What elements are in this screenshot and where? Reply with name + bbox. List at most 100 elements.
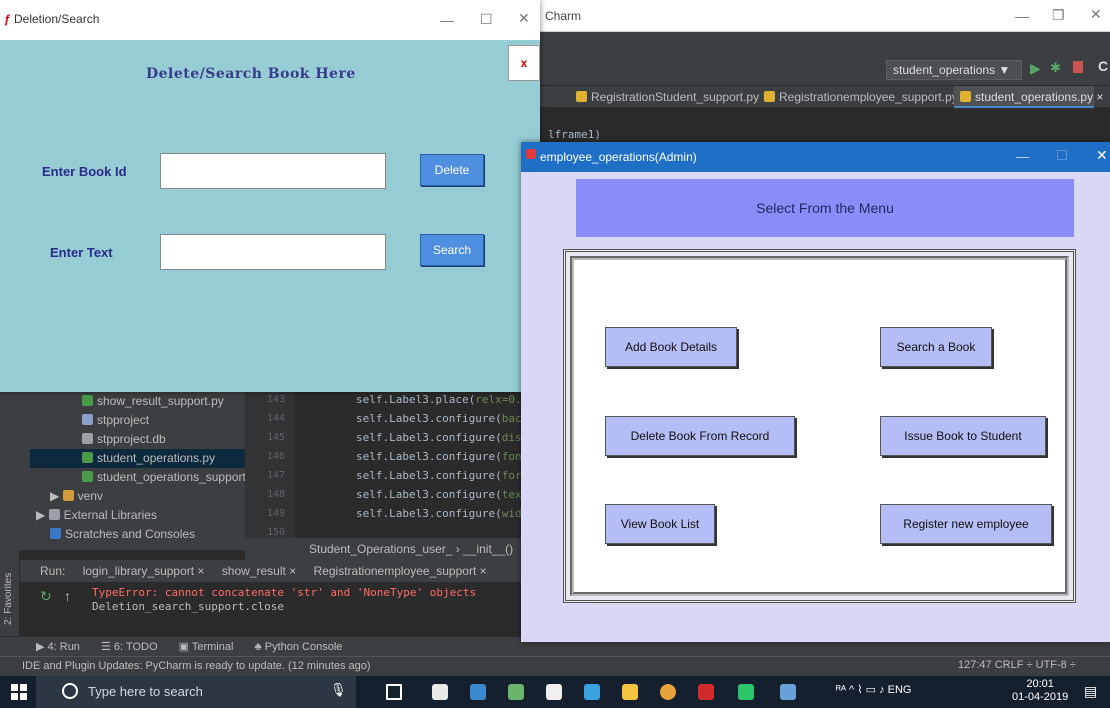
bottom-tab-todo[interactable]: ☰ 6: TODO — [101, 641, 158, 653]
search-book-button[interactable]: Search a Book — [880, 327, 992, 367]
code-line: self.Label3.configure(text — [356, 488, 521, 501]
file-explorer-icon[interactable] — [622, 684, 638, 700]
deletion-search-window — [0, 0, 540, 392]
pycharm-title: Charm — [545, 9, 582, 23]
pycharm-toolbar — [540, 32, 1110, 54]
taskbar-search-box[interactable]: Type here to search — [36, 676, 356, 708]
deletion-search-title: Deletion/Search — [14, 12, 100, 26]
code-line: self.Label3.configure(fore — [356, 469, 521, 482]
mail-icon[interactable] — [432, 684, 448, 700]
code-line: self.Label3.configure(back — [356, 412, 521, 425]
task-view-icon[interactable] — [386, 684, 402, 700]
debug-icon[interactable]: ✱ — [1050, 60, 1061, 76]
line-number: 146 — [266, 451, 285, 462]
stop-icon[interactable] — [1073, 61, 1083, 73]
maximize-icon[interactable]: ☐ — [480, 11, 493, 28]
add-book-button[interactable]: Add Book Details — [605, 327, 737, 367]
app-feather-icon: ƒ — [4, 12, 11, 26]
bottom-tab-run[interactable]: ▶ 4: Run — [36, 641, 80, 653]
tree-item[interactable]: ▶ venv — [50, 487, 103, 506]
code-line: self.Label3.configure(disa — [356, 431, 521, 444]
notification-icon[interactable]: ▤ — [1084, 683, 1097, 700]
close-button[interactable]: x — [508, 45, 540, 81]
book-id-input[interactable] — [160, 153, 386, 189]
search-button[interactable]: Search — [420, 234, 484, 266]
windows-start-icon[interactable] — [11, 684, 27, 700]
register-employee-button[interactable]: Register new employee — [880, 504, 1052, 544]
favorites-tab[interactable]: 2: Favorites — [3, 573, 14, 625]
tree-item[interactable]: show_result_support.py — [82, 392, 224, 411]
search-everywhere-icon[interactable]: C — [1098, 58, 1108, 74]
app-icon — [526, 149, 536, 159]
text-input[interactable] — [160, 234, 386, 270]
line-number: 144 — [266, 413, 285, 424]
tree-item-selected[interactable]: student_operations.py — [30, 449, 245, 468]
tree-item[interactable]: stpproject — [82, 411, 149, 430]
close-icon[interactable]: ✕ — [1090, 6, 1102, 23]
delete-book-button[interactable]: Delete Book From Record — [605, 416, 795, 456]
delete-button[interactable]: Delete — [420, 154, 484, 186]
employee-operations-title: employee_operations(Admin) — [540, 150, 697, 164]
cortana-icon[interactable] — [62, 683, 78, 699]
python-icon[interactable] — [780, 684, 796, 700]
run-tab-login[interactable]: login_library_support × — [83, 564, 205, 578]
line-number: 143 — [266, 394, 285, 405]
file-icon — [82, 414, 93, 425]
clock-time: 20:01 — [1026, 678, 1054, 690]
python-file-icon — [82, 395, 93, 406]
restore-icon[interactable]: ❐ — [1052, 7, 1065, 24]
app-icon[interactable] — [470, 684, 486, 700]
close-icon[interactable]: ✕ — [1096, 147, 1108, 164]
tab-registrationstudent-support[interactable]: RegistrationStudent_support.py × — [570, 86, 769, 108]
code-line: self.Label3.configure(font — [356, 450, 521, 463]
app-icon[interactable] — [508, 684, 524, 700]
python-file-icon — [82, 471, 93, 482]
code-area[interactable]: self.Label3.place(relx=0.1 self.Label3.c… — [296, 390, 521, 540]
rerun-icon[interactable]: ↻ — [40, 588, 52, 605]
clock-date: 01-04-2019 — [1012, 691, 1069, 703]
tree-item[interactable]: ▶ External Libraries — [36, 506, 157, 525]
bottom-tab-terminal[interactable]: ▣ Terminal — [179, 641, 234, 653]
code-line-fragment: lframe1) — [548, 128, 601, 141]
status-bar: IDE and Plugin Updates: PyCharm is ready… — [0, 656, 1110, 676]
tree-item[interactable]: stpproject.db — [82, 430, 166, 449]
acrobat-icon[interactable] — [698, 684, 714, 700]
tree-item[interactable]: Scratches and Consoles — [50, 525, 195, 544]
minimize-icon[interactable]: — — [1016, 149, 1029, 164]
minimize-icon[interactable]: — — [440, 12, 454, 28]
tree-item[interactable]: student_operations_support.py — [82, 468, 262, 487]
issue-book-button[interactable]: Issue Book to Student — [880, 416, 1046, 456]
run-config-dropdown[interactable]: student_operations ▼ — [886, 60, 1022, 80]
bottom-tab-python-console[interactable]: ♣ Python Console — [254, 641, 342, 653]
tab-registrationemployee-support[interactable]: Registrationemployee_support.py × — [758, 86, 968, 108]
maximize-icon[interactable] — [1057, 150, 1067, 160]
up-arrow-icon[interactable]: ↑ — [64, 588, 71, 604]
run-tab-show-result[interactable]: show_result × — [222, 564, 296, 578]
run-tabs: Run: login_library_support × show_result… — [20, 560, 521, 582]
view-book-list-button[interactable]: View Book List — [605, 504, 715, 544]
close-icon[interactable]: ✕ — [518, 10, 530, 27]
line-number: 147 — [266, 470, 285, 481]
run-tab-registration[interactable]: Registrationemployee_support × — [314, 564, 487, 578]
taskbar-clock[interactable]: 20:01 01-04-2019 — [1012, 678, 1068, 704]
system-tray[interactable]: ᴿᴬ ^ ⌇ ▭ ♪ ENG — [836, 683, 912, 696]
line-number: 145 — [266, 432, 285, 443]
run-icon[interactable]: ▶ — [1030, 60, 1041, 77]
line-number: 148 — [266, 489, 285, 500]
status-right[interactable]: 127:47 CRLF ÷ UTF-8 ÷ — [958, 659, 1076, 671]
status-message[interactable]: IDE and Plugin Updates: PyCharm is ready… — [22, 660, 371, 672]
chrome-icon[interactable] — [660, 684, 676, 700]
minimize-icon[interactable]: — — [1015, 8, 1029, 24]
breadcrumb[interactable]: Student_Operations_user_ › __init__() — [245, 538, 521, 560]
store-icon[interactable] — [546, 684, 562, 700]
python-file-icon — [576, 91, 587, 102]
pycharm-icon[interactable] — [738, 684, 754, 700]
microphone-icon[interactable]: 🎙 — [330, 682, 347, 698]
menu-banner: Select From the Menu — [576, 179, 1074, 237]
page-title: Delete/Search Book Here — [146, 66, 356, 82]
app-icon[interactable] — [584, 684, 600, 700]
pycharm-navbar — [540, 54, 1110, 86]
tab-student-operations[interactable]: student_operations.py × — [954, 86, 1103, 108]
code-line: self.Label3.configure(widt — [356, 507, 521, 520]
python-file-icon — [764, 91, 775, 102]
